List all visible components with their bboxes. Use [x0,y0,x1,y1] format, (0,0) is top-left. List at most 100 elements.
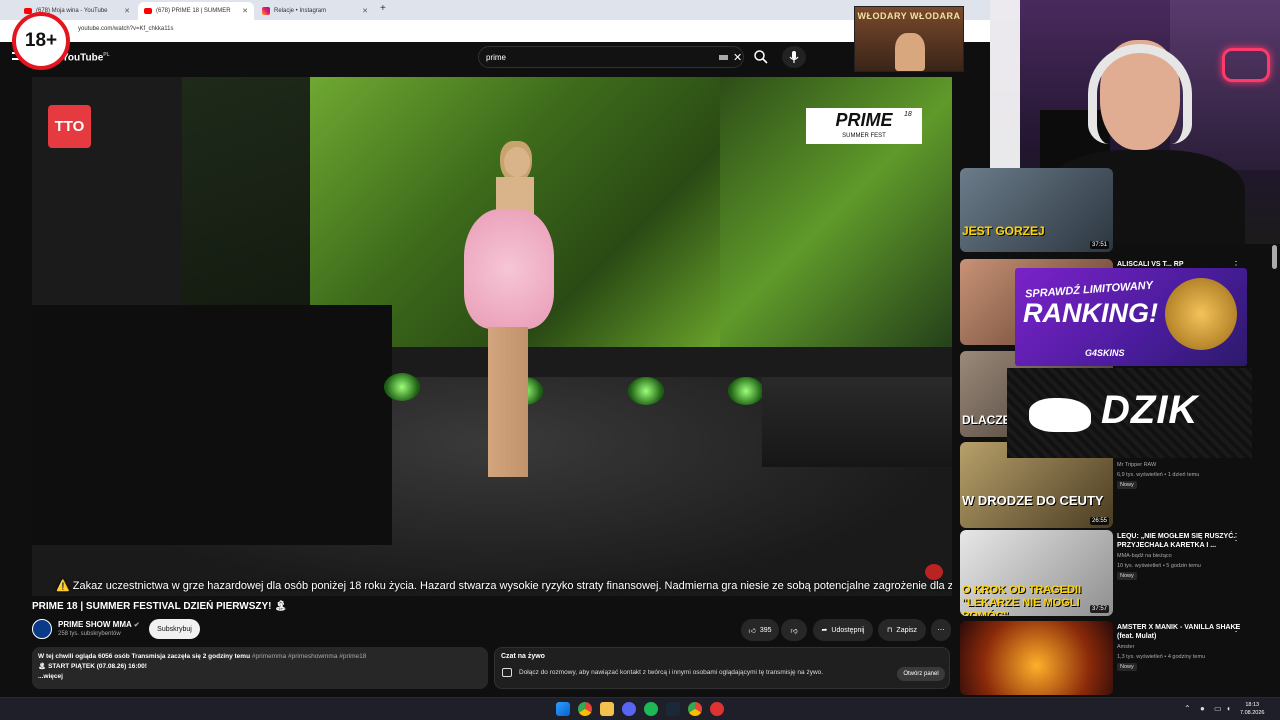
network-icon[interactable]: ▭ [1214,704,1222,713]
coin-graphic [1165,278,1237,350]
clear-search-icon[interactable]: ✕ [733,51,742,64]
age-rating-badge: 18+ [12,12,70,70]
new-badge: Nowy [1117,572,1137,580]
channel-name[interactable]: PRIME SHOW MMA ✔ [58,620,140,629]
logo-region: PL [103,52,110,58]
channel-watermark[interactable]: TTO [48,105,91,148]
stage-light [628,377,664,405]
video-duration: 37:57 [1089,605,1109,613]
description-box[interactable]: W tej chwili ogląda 6056 osób Transmisja… [32,647,488,689]
video-stats: 1,3 tys. wyświetleń • 4 godziny temu [1117,654,1206,660]
close-tab-icon[interactable]: ✕ [124,7,130,15]
show-more-link[interactable]: ...więcej [38,672,482,682]
prime-number: 18 [904,111,912,118]
bookmark-icon: ⊓ [886,627,893,634]
dj-table [32,305,392,545]
chrome-icon[interactable] [688,702,702,716]
share-button[interactable]: ➦ Udostępnij [813,619,873,641]
tab-prime-18[interactable]: (678) PRIME 18 | SUMMER ✕ [138,2,254,20]
subscribe-button[interactable]: Subskrybuj [149,619,200,639]
singer-dress [464,209,554,329]
tray-chevron-icon[interactable]: ⌃ [1184,704,1191,713]
thumbnail-caption: W DRODZE DO CEUTY [962,494,1104,508]
youtube-logo[interactable]: YouTubePL [62,52,110,63]
live-stats: W tej chwili ogląda 6056 osób Transmisja… [38,653,252,660]
url-text[interactable]: youtube.com/watch?v=Kf_chkka11s [78,26,173,32]
video-title[interactable]: LEQU: „NIE MOGŁEM SIĘ RUSZYĆ. PRZYJECHAŁ… [1117,532,1241,550]
new-badge: Nowy [1117,481,1137,489]
dislike-button[interactable]: 👎︎ [781,619,807,641]
like-button[interactable]: 👍︎ 395 [741,619,779,641]
more-icon[interactable]: ⋮ [1231,532,1241,543]
video-player[interactable]: TTO PRIME 18 SUMMER FEST ⚠️ Zakaz uczest… [32,77,952,596]
address-bar[interactable]: youtube.com/watch?v=Kf_chkka11s [0,20,990,42]
video-thumbnail[interactable]: O KROK OD TRAGEDII "LEKARZE NIE MOGLI PO… [960,530,1113,616]
volume-icon[interactable]: ◖ [1226,704,1231,713]
chat-description: Dołącz do rozmowy, aby nawiązać kontakt … [519,669,824,676]
open-chat-button[interactable]: Otwórz panel [897,667,945,681]
video-stats: 10 tys. wyświetleń • 5 godzin temu [1117,563,1201,569]
keyboard-icon[interactable] [719,55,728,60]
hashtags[interactable]: #primemma #primeshowmma #prime18 [252,653,367,660]
system-clock[interactable]: 18:13 7.08.2026 [1240,701,1264,717]
video-stats: 6,9 tys. wyświetleń • 1 dzień temu [1117,472,1200,478]
video-thumbnail[interactable]: JEST GORZEJ 37:51 [960,168,1113,252]
wlodary-overlay-logo: WŁODARY WŁODARA [854,6,964,72]
tab-title: Relacje • Instagram [274,8,327,14]
more-icon[interactable]: ⋮ [1231,623,1241,634]
channel-name-text: PRIME SHOW MMA [58,620,132,629]
app-icon[interactable] [710,702,724,716]
boar-icon [1029,398,1091,432]
chrome-icon[interactable] [578,702,592,716]
video-title: PRIME 18 | SUMMER FESTIVAL DZIEŃ PIERWSZ… [32,601,287,612]
prime-subtitle: SUMMER FEST [842,133,886,139]
caption-text: W DRODZE DO CEUTY [962,493,1104,508]
chat-icon [502,668,512,677]
description-line-1: W tej chwili ogląda 6056 osób Transmisja… [38,652,482,662]
search-icon[interactable] [752,48,770,66]
channel-avatar[interactable] [32,619,52,639]
youtube-favicon-icon [144,8,152,14]
windows-taskbar: ⌃ ● ▭ ◖ 18:13 7.08.2026 [0,697,1280,720]
share-label: Udostępnij [831,626,865,634]
verified-icon: ✔ [133,622,140,629]
video-duration: 37:51 [1089,241,1109,249]
corner-logo-icon [925,564,943,580]
search-box[interactable]: prime ✕ [478,46,744,68]
wlodary-character [895,33,925,71]
microphone-icon[interactable] [785,48,803,66]
sidebar-scrollbar[interactable] [1272,245,1277,269]
gambling-warning: ⚠️ Zakaz uczestnictwa w grze hazardowej … [56,580,952,592]
save-button[interactable]: ⊓ Zapisz [878,619,926,641]
close-tab-icon[interactable]: ✕ [362,7,368,15]
start-info: START PIĄTEK (07.08.26) 16:00! [48,663,147,670]
video-thumbnail[interactable] [960,621,1113,695]
share-icon: ➦ [821,627,828,634]
video-channel[interactable]: Mr Tripper RAW [1117,461,1247,469]
instagram-favicon-icon [262,7,270,15]
description-line-2: 🏝 START PIĄTEK (07.08.26) 16:00! [38,663,147,670]
microphone-icon[interactable]: ● [1200,704,1205,713]
file-explorer-icon[interactable] [600,702,614,716]
video-channel[interactable]: Amster [1117,643,1247,651]
stage-screen-left [182,77,310,317]
search-input[interactable]: prime [486,53,506,62]
discord-icon[interactable] [622,702,636,716]
singer-head [504,147,530,177]
ad-main-text: RANKING! [1023,298,1158,328]
more-actions-button[interactable]: ⋯ [931,619,951,641]
tab-instagram[interactable]: Relacje • Instagram ✕ [256,2,374,20]
stage-light [728,377,764,405]
new-tab-button[interactable]: + [380,3,386,14]
like-count: 395 [759,626,772,634]
chat-title: Czat na żywo [501,653,545,660]
singer [452,139,562,509]
video-title[interactable]: AMSTER X MANIK - VANILLA SHAKE (feat. Mu… [1117,623,1241,641]
steam-icon[interactable] [666,702,680,716]
close-tab-icon[interactable]: ✕ [242,7,248,15]
video-channel[interactable]: MMA-bądź na bieżąco [1117,552,1247,560]
subscriber-count: 258 tys. subskrybentów [58,631,121,637]
spotify-icon[interactable] [644,702,658,716]
thumbnail-caption: JEST GORZEJ [962,224,1045,238]
start-icon[interactable] [556,702,570,716]
